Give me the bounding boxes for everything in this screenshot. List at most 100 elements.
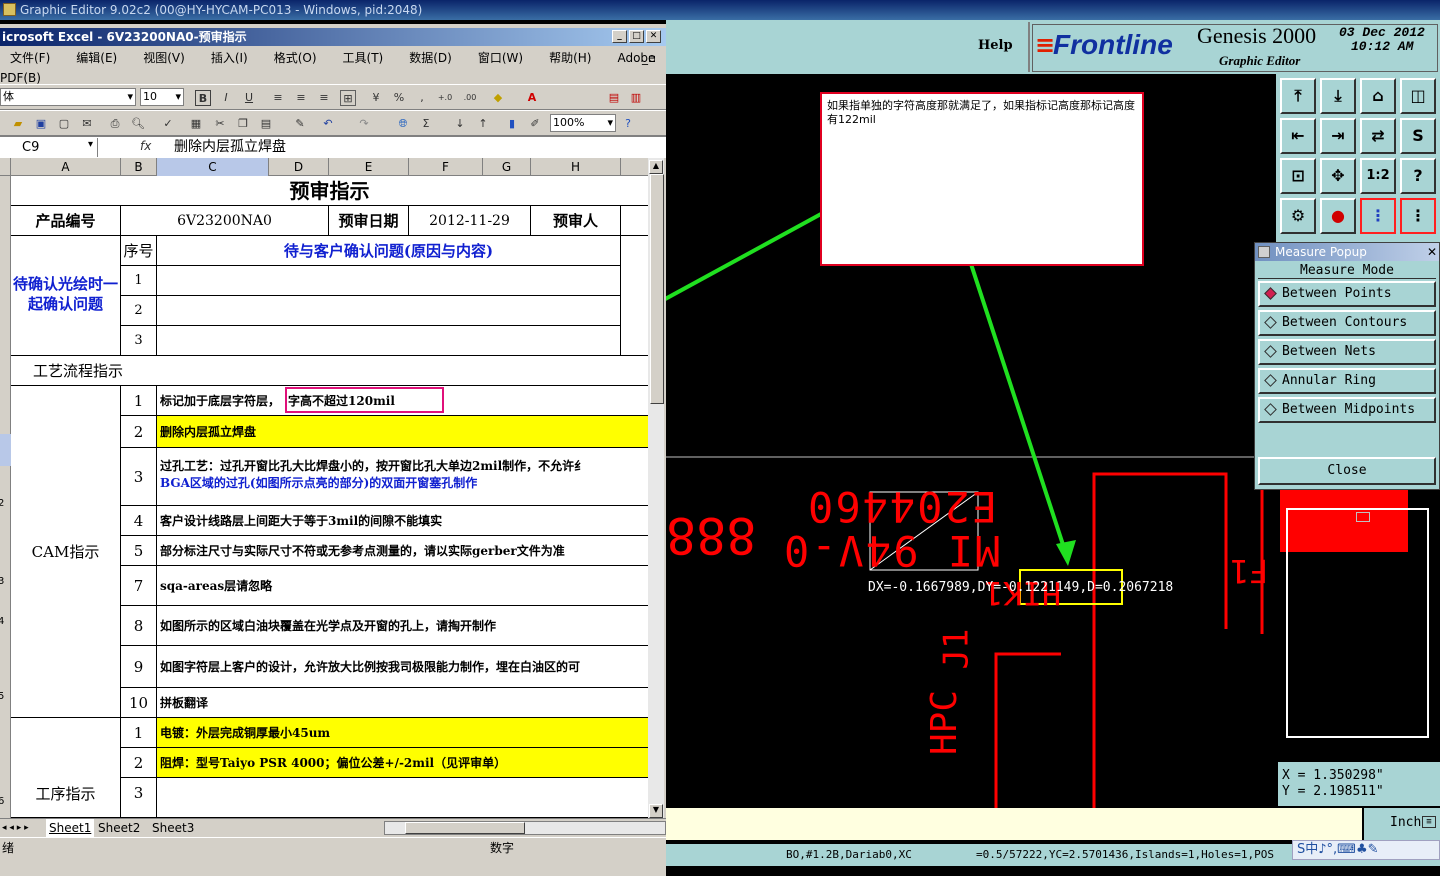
col-header-g[interactable]: G: [483, 158, 531, 176]
cam-row-num[interactable]: 5: [121, 536, 157, 566]
name-box-dropdown-icon[interactable]: ▾: [88, 139, 93, 150]
proc-row-num[interactable]: 2: [121, 748, 157, 778]
cam-row-num[interactable]: 4: [121, 506, 157, 536]
email-icon[interactable]: ✉: [79, 116, 95, 132]
pending-row-num[interactable]: 1: [121, 266, 157, 296]
doc-restore-icon[interactable]: ▫: [648, 48, 656, 68]
cam-row-num[interactable]: 8: [121, 606, 157, 646]
menu-format[interactable]: 格式(O): [274, 51, 317, 65]
close-button[interactable]: ✕: [646, 30, 661, 43]
align-center-icon[interactable]: ≡: [293, 90, 309, 106]
scroll-up-icon[interactable]: ▲: [649, 160, 663, 174]
font-size-select[interactable]: 10 ▾: [140, 88, 184, 106]
open-icon[interactable]: ▰: [10, 116, 26, 132]
row-header-selected[interactable]: [0, 434, 11, 466]
row-number[interactable]: 3: [0, 576, 4, 587]
paste-icon[interactable]: ▤: [258, 116, 274, 132]
hyperlink-icon[interactable]: 🌐︎: [395, 116, 411, 132]
spelling-icon[interactable]: ✓: [160, 116, 176, 132]
measure-close-button[interactable]: Close: [1258, 457, 1436, 485]
pan-icon[interactable]: ✥: [1320, 158, 1356, 194]
menu-view[interactable]: 视图(V): [143, 51, 185, 65]
pending-row-text[interactable]: [157, 296, 621, 326]
menu-insert[interactable]: 插入(I): [211, 51, 248, 65]
menu-help[interactable]: 帮助(H): [549, 51, 591, 65]
sort-asc-icon[interactable]: ↓: [452, 116, 468, 132]
pdf-email-icon[interactable]: ▥: [628, 90, 644, 106]
row-number[interactable]: 6: [0, 796, 4, 807]
menu-data[interactable]: 数据(D): [409, 51, 452, 65]
date-label[interactable]: 预审日期: [329, 206, 409, 236]
cam-row-text[interactable]: 标记加于底层字符层， 字高不超过120mil: [157, 386, 648, 416]
pending-row-text[interactable]: [157, 266, 621, 296]
menu-file[interactable]: 文件(F): [10, 51, 50, 65]
product-label[interactable]: 产品编号: [11, 206, 121, 236]
research-icon[interactable]: ▦: [188, 116, 204, 132]
mode-between-points[interactable]: Between Points: [1258, 281, 1436, 307]
help-button[interactable]: Help: [978, 38, 1013, 53]
pending-row-num[interactable]: 2: [121, 296, 157, 326]
overview-viewport[interactable]: [1286, 508, 1429, 738]
process-label[interactable]: 工艺流程指示: [11, 356, 648, 386]
pending-side[interactable]: [621, 236, 648, 356]
font-color-icon[interactable]: A: [524, 90, 540, 106]
autosum-icon[interactable]: Σ: [418, 116, 434, 132]
menu-window[interactable]: 窗口(W): [478, 51, 523, 65]
decrease-decimal-icon[interactable]: .00: [462, 90, 478, 106]
cam-row-text[interactable]: 客户设计线路层上间距大于等于3mil的间隙不能填实: [157, 506, 648, 536]
underline-icon[interactable]: U: [241, 90, 257, 106]
minimize-button[interactable]: _: [612, 30, 627, 43]
cam-row-num[interactable]: 3: [121, 448, 157, 506]
menu-edit[interactable]: 编辑(E): [76, 51, 117, 65]
cut-icon[interactable]: ✂: [212, 116, 228, 132]
col-header-e[interactable]: E: [329, 158, 409, 176]
popup-close-icon[interactable]: ✕: [1427, 243, 1437, 261]
command-line[interactable]: [666, 808, 1362, 840]
sort-desc-icon[interactable]: ↑: [475, 116, 491, 132]
col-header-f[interactable]: F: [409, 158, 483, 176]
proc-label[interactable]: 工序指示: [11, 718, 121, 818]
col-header-c[interactable]: C: [157, 158, 269, 176]
cam-row-text[interactable]: 删除内层孤立焊盘: [157, 416, 648, 448]
cam-row-text[interactable]: 过孔工艺：过孔开窗比孔大比焊盘小的，按开窗比孔大单边2mil制作，不允许纟 BGA…: [157, 448, 648, 506]
undo-icon[interactable]: ↶: [320, 116, 336, 132]
measure-probe-icon[interactable]: ●: [1320, 198, 1356, 234]
cam-row-text[interactable]: 拼板翻译: [157, 688, 648, 718]
font-name-select[interactable]: 体 ▾: [0, 88, 136, 106]
formula-input[interactable]: 删除内层孤立焊盘: [174, 138, 286, 157]
proc-row-text[interactable]: [157, 778, 648, 818]
worksheet-grid[interactable]: A B C D E F G H 2 3 4 5 6 预审指示 产品编号 6V23…: [0, 158, 648, 818]
window-icon[interactable]: ◫: [1400, 78, 1436, 114]
unit-dropdown-icon[interactable]: ≡: [1422, 816, 1436, 828]
zoom-select[interactable]: 100% ▾: [550, 114, 616, 132]
swap-icon[interactable]: S: [1400, 118, 1436, 154]
vertical-scroll-thumb[interactable]: [650, 174, 664, 404]
percent-icon[interactable]: %: [391, 90, 407, 106]
fx-icon[interactable]: fx: [140, 139, 151, 153]
cam-row-num[interactable]: 10: [121, 688, 157, 718]
italic-icon[interactable]: I: [218, 90, 234, 106]
ime-toolbar[interactable]: S中♪°,⌨♣✎: [1292, 840, 1440, 860]
date-value[interactable]: 2012-11-29: [409, 206, 531, 236]
currency-icon[interactable]: ¥: [368, 90, 384, 106]
mode-between-midpoints[interactable]: Between Midpoints: [1258, 397, 1436, 423]
col-header-d[interactable]: D: [269, 158, 329, 176]
chart-wizard-icon[interactable]: ▮: [504, 116, 520, 132]
tab-sheet2[interactable]: Sheet2: [98, 819, 140, 837]
help-query-icon[interactable]: ?: [1400, 158, 1436, 194]
net-analyzer-icon[interactable]: ⋮: [1360, 198, 1396, 234]
horizontal-scrollbar[interactable]: [384, 821, 666, 835]
reviewer-label[interactable]: 预审人: [531, 206, 621, 236]
fill-color-icon[interactable]: ◆: [490, 90, 506, 106]
cam-row-num[interactable]: 9: [121, 646, 157, 688]
proc-row-num[interactable]: 3: [121, 778, 157, 818]
bold-icon[interactable]: B: [195, 90, 211, 106]
drawing-icon[interactable]: ✐: [527, 116, 543, 132]
pdf-convert-icon[interactable]: ▤: [606, 90, 622, 106]
seq-label[interactable]: 序号: [121, 236, 157, 266]
pending-label[interactable]: 待确认光绘时一起确认问题: [11, 236, 121, 356]
row-number[interactable]: 2: [0, 498, 4, 509]
overview-map[interactable]: [1278, 490, 1440, 760]
cam-row-text[interactable]: sqa-areas层请忽略: [157, 566, 648, 606]
row-number[interactable]: 4: [0, 616, 4, 627]
